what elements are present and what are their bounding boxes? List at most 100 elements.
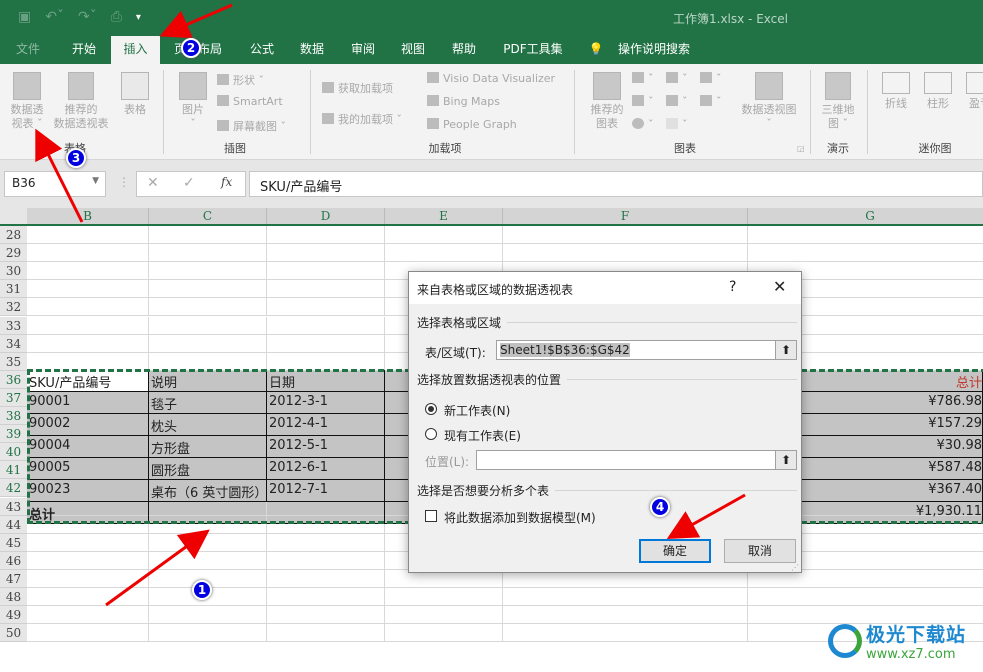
dialog-launcher-icon[interactable]: ◲ [797,144,805,153]
help-icon[interactable]: ? [729,279,736,295]
column-header-d[interactable]: D [267,208,385,224]
cell[interactable] [267,588,385,606]
cell[interactable] [27,298,149,316]
recommended-pivot-button[interactable]: 推荐的 数据透视表 [50,72,112,131]
row-header[interactable]: 37 [0,389,27,407]
pivot-table-button[interactable]: 数据透 视表 ˇ [6,72,48,131]
cell[interactable] [149,606,267,624]
cell[interactable] [27,317,149,335]
row-header[interactable]: 33 [0,317,27,335]
formula-input[interactable]: SKU/产品编号 [249,171,983,197]
tab-formulas[interactable]: 公式 [240,36,284,64]
ok-button[interactable]: 确定 [639,539,711,563]
cell[interactable] [149,624,267,642]
column-header-g[interactable]: G [748,208,983,224]
row-header[interactable]: 44 [0,516,27,534]
sparkline-column-button[interactable]: 柱形 [920,72,956,111]
cell[interactable] [149,335,267,353]
tell-me-search[interactable]: 操作说明搜索 [612,36,696,64]
row-header[interactable]: 45 [0,534,27,552]
add-to-data-model-label[interactable]: 将此数据添加到数据模型(M) [444,509,596,526]
cell[interactable] [267,317,385,335]
cell[interactable] [385,226,503,244]
cell[interactable] [149,244,267,262]
row-header[interactable]: 30 [0,262,27,280]
close-icon[interactable]: ✕ [773,277,786,296]
row-header[interactable]: 50 [0,624,27,642]
tab-pdf-tools[interactable]: PDF工具集 [497,36,569,64]
scatter-chart-button[interactable]: ˇ [666,118,688,131]
cell[interactable] [503,606,748,624]
smartart-button[interactable]: SmartArt [217,95,283,108]
new-worksheet-label[interactable]: 新工作表(N) [444,402,510,419]
row-header[interactable]: 46 [0,552,27,570]
row-header[interactable]: 36 [0,371,27,389]
column-header-f[interactable]: F [503,208,748,224]
column-chart-button[interactable]: ˇ [632,72,654,85]
my-addins-button[interactable]: 我的加载项 ˇ [322,111,402,127]
range-input[interactable]: Sheet1!$B$36:$G$42 [496,340,776,360]
cell[interactable] [27,552,149,570]
cell[interactable] [267,624,385,642]
cell[interactable] [149,262,267,280]
insert-function-icon[interactable]: fx [221,175,232,189]
cell[interactable] [267,298,385,316]
redo-icon[interactable]: ↷ˇ [78,9,97,25]
resize-grip-icon[interactable]: ⋰ [791,563,799,572]
hierarchy-chart-button[interactable]: ˇ [666,72,688,85]
row-header[interactable]: 38 [0,407,27,425]
table-button[interactable]: 表格 [116,72,154,117]
pie-chart-button[interactable]: ˇ [632,118,654,131]
cell[interactable] [503,624,748,642]
line-chart-button[interactable]: ˇ [632,95,654,108]
row-header[interactable]: 39 [0,425,27,443]
cell[interactable] [267,570,385,588]
add-to-data-model-checkbox[interactable] [425,510,437,522]
stat-chart-button[interactable]: ˇ [666,95,688,108]
cancel-button[interactable]: 取消 [724,539,796,563]
cell[interactable] [267,552,385,570]
cell[interactable] [267,226,385,244]
bing-maps-button[interactable]: Bing Maps [427,95,500,108]
visio-button[interactable]: Visio Data Visualizer [427,72,555,85]
row-header[interactable]: 34 [0,335,27,353]
cell[interactable] [149,280,267,298]
cell[interactable] [27,244,149,262]
row-header[interactable]: 35 [0,353,27,371]
column-header-c[interactable]: C [149,208,267,224]
sparkline-line-button[interactable]: 折线 [878,72,914,111]
3d-map-button[interactable]: 三维地 图 ˇ [816,72,860,131]
print-preview-icon[interactable]: ⎙ [111,9,122,25]
select-all-button[interactable] [0,208,27,224]
cell[interactable] [748,588,983,606]
row-header[interactable]: 29 [0,244,27,262]
get-addins-button[interactable]: 获取加载项 [322,80,393,96]
tab-insert[interactable]: 插入 [111,36,160,64]
existing-worksheet-radio[interactable] [425,428,437,440]
save-icon[interactable]: ▣ [18,9,31,25]
cell[interactable] [27,335,149,353]
tab-help[interactable]: 帮助 [442,36,486,64]
enter-icon[interactable]: ✓ [183,175,195,191]
cell[interactable] [27,570,149,588]
screenshot-button[interactable]: 屏幕截图 ˇ [217,118,286,134]
row-header[interactable]: 47 [0,570,27,588]
cell[interactable] [385,588,503,606]
column-header-e[interactable]: E [385,208,503,224]
tab-view[interactable]: 视图 [391,36,435,64]
row-header[interactable]: 48 [0,588,27,606]
cell[interactable] [27,226,149,244]
people-graph-button[interactable]: People Graph [427,118,517,131]
combo-chart-button[interactable]: ˇ [700,95,722,108]
row-header[interactable]: 40 [0,443,27,461]
cell[interactable] [503,244,748,262]
cell[interactable] [385,244,503,262]
cell[interactable] [267,262,385,280]
cell[interactable] [27,280,149,298]
cell[interactable] [748,244,983,262]
waterfall-chart-button[interactable]: ˇ [700,72,722,85]
cell[interactable] [27,606,149,624]
row-header[interactable]: 42 [0,479,27,497]
cancel-icon[interactable]: ✕ [147,175,159,191]
tab-review[interactable]: 审阅 [341,36,385,64]
